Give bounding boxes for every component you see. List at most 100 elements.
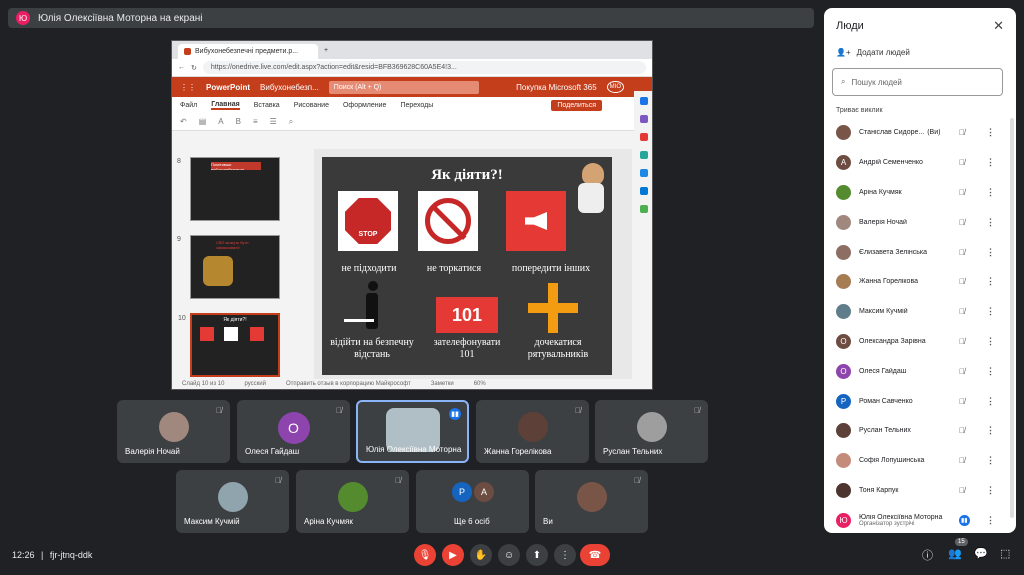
mic-toggle-button[interactable]: 🎙 xyxy=(414,544,436,566)
info-icon[interactable]: ⓘ xyxy=(922,547,933,563)
person-role: Організатор зустрічі xyxy=(859,520,915,527)
app-launcher-icon[interactable]: ⋮⋮ xyxy=(180,83,196,92)
thumb-slide-8[interactable]: 8 Помітивши вибухонебезпечні предмети: xyxy=(177,157,280,221)
menu-design[interactable]: Оформление xyxy=(343,102,386,109)
tools-icon[interactable] xyxy=(640,115,648,123)
align-icon[interactable]: ☰ xyxy=(270,117,277,126)
more-vert-icon[interactable]: ⋮ xyxy=(986,127,995,138)
menu-file[interactable]: Файл xyxy=(180,102,197,109)
person-row[interactable]: Жанна Горелікова 🎙̸ ⋮ xyxy=(824,267,1016,297)
close-icon[interactable]: ✕ xyxy=(993,18,1004,34)
person-row[interactable]: Максим Кучмій 🎙̸ ⋮ xyxy=(824,297,1016,327)
person-name-text: Руслан Тельних xyxy=(859,427,911,435)
add-icon[interactable] xyxy=(640,205,648,213)
person-row[interactable]: Аріна Кучмяк 🎙̸ ⋮ xyxy=(824,178,1016,208)
more-vert-icon[interactable]: ⋮ xyxy=(986,425,995,436)
more-vert-icon[interactable]: ⋮ xyxy=(986,366,995,377)
person-row[interactable]: Станіслав Сидоре... (Ви) 🎙̸ ⋮ xyxy=(824,118,1016,148)
person-avatar: Ю xyxy=(836,512,851,528)
raise-hand-button[interactable]: ✋ xyxy=(470,544,492,566)
bing-icon[interactable] xyxy=(640,97,648,105)
chat-icon[interactable]: 💬 xyxy=(974,547,988,560)
more-vert-icon[interactable]: ⋮ xyxy=(986,455,995,466)
person-row[interactable]: Ю Юлія Олексіївна Моторна Організатор зуст… xyxy=(824,505,1016,533)
zoom-level[interactable]: 60% xyxy=(474,381,486,387)
more-vert-icon[interactable]: ⋮ xyxy=(986,247,995,258)
more-vert-icon[interactable]: ⋮ xyxy=(986,276,995,287)
people-search-input[interactable]: ⌕ Пошук людей xyxy=(832,68,1003,96)
thumb-slide-9[interactable]: 9 СВП можуть бути замасковані! xyxy=(177,235,280,299)
label-warn-others: попередити інших xyxy=(511,263,591,274)
ppt-search-input[interactable]: Поиск (Alt + Q) xyxy=(328,80,479,94)
reactions-button[interactable]: ☺ xyxy=(498,544,520,566)
paste-icon[interactable]: ▤ xyxy=(199,117,207,126)
leave-call-button[interactable]: ☎ xyxy=(580,544,610,566)
more-vert-icon[interactable]: ⋮ xyxy=(986,217,995,228)
participant-tile[interactable]: 🎙̸ Максим Кучмій xyxy=(176,470,289,533)
person-row[interactable]: Тоня Карпук 🎙̸ ⋮ xyxy=(824,476,1016,506)
person-row[interactable]: Руслан Тельних 🎙̸ ⋮ xyxy=(824,416,1016,446)
participant-tile[interactable]: 🎙̸ Руслан Тельних xyxy=(595,400,708,463)
user-avatar[interactable]: MIO xyxy=(606,81,624,93)
camera-toggle-button[interactable]: ▶ xyxy=(442,544,464,566)
participant-tile[interactable]: 🎙̸ Валерія Ночай xyxy=(117,400,230,463)
undo-icon[interactable]: ↶ xyxy=(180,117,187,126)
participant-tile[interactable]: О 🎙̸ Олеся Гайдаш xyxy=(237,400,350,463)
more-vert-icon[interactable]: ⋮ xyxy=(986,336,995,347)
self-tile[interactable]: 🎙̸ Ви xyxy=(535,470,648,533)
shared-screen: Вибухонебезпечні предмети.p... + ← ↻ htt… xyxy=(171,40,653,390)
participant-tile[interactable]: 🎙̸ Аріна Кучмяк xyxy=(296,470,409,533)
mic-off-icon: 🎙̸ xyxy=(959,426,965,436)
reload-icon[interactable]: ↻ xyxy=(191,64,197,72)
shopping-icon[interactable] xyxy=(640,133,648,141)
thumb-slide-10[interactable]: 10 Як діяти?! xyxy=(178,313,280,377)
notes-button[interactable]: Заметки xyxy=(431,381,454,387)
participant-name: Олеся Гайдаш xyxy=(245,447,300,456)
share-button[interactable]: Поделиться xyxy=(551,99,602,111)
person-avatar xyxy=(836,482,851,498)
scrollbar[interactable] xyxy=(1010,118,1014,518)
menu-draw[interactable]: Рисование xyxy=(294,102,329,109)
feedback-link[interactable]: Отправить отзыв в корпорацию Майкрософт xyxy=(286,381,411,387)
address-bar[interactable]: https://onedrive.live.com/edit.aspx?acti… xyxy=(202,61,646,74)
activities-icon[interactable]: ⬚ xyxy=(1000,547,1010,560)
participant-name: Руслан Тельних xyxy=(603,447,663,456)
participant-photo xyxy=(217,482,248,512)
font-icon[interactable]: A xyxy=(218,117,223,126)
person-row[interactable]: Валерія Ночай 🎙̸ ⋮ xyxy=(824,207,1016,237)
more-participants-tile[interactable]: Р А Ще 6 осіб xyxy=(416,470,529,533)
present-button[interactable]: ⬆ xyxy=(526,544,548,566)
person-row[interactable]: А Андрій Семенченко 🎙̸ ⋮ xyxy=(824,148,1016,178)
list-icon[interactable]: ≡ xyxy=(253,117,258,126)
menu-insert[interactable]: Вставка xyxy=(254,102,280,109)
more-vert-icon[interactable]: ⋮ xyxy=(986,187,995,198)
person-row[interactable]: Софія Лопушинська 🎙̸ ⋮ xyxy=(824,446,1016,476)
find-icon[interactable]: ⌕ xyxy=(289,117,293,127)
current-slide[interactable]: Як діяти?! STOP не підходити не торкатис… xyxy=(322,157,612,375)
outlook-icon[interactable] xyxy=(640,187,648,195)
participant-tile-speaking[interactable]: ▮▮ Юлія Олексіївна Моторна xyxy=(356,400,469,463)
more-vert-icon[interactable]: ⋮ xyxy=(986,515,995,526)
add-people-button[interactable]: 👤+ Додати людей xyxy=(836,48,910,57)
person-row[interactable]: Р Роман Савченко 🎙̸ ⋮ xyxy=(824,386,1016,416)
office-icon[interactable] xyxy=(640,169,648,177)
more-vert-icon[interactable]: ⋮ xyxy=(986,306,995,317)
back-icon[interactable]: ← xyxy=(178,64,185,71)
participant-tile[interactable]: 🎙̸ Жанна Горелікова xyxy=(476,400,589,463)
promo-link[interactable]: Покупка Microsoft 365 xyxy=(516,83,597,92)
more-vert-icon[interactable]: ⋮ xyxy=(986,485,995,496)
new-tab-icon[interactable]: + xyxy=(324,47,328,54)
bold-icon[interactable]: B xyxy=(236,117,241,126)
menu-transitions[interactable]: Переходы xyxy=(400,102,433,109)
more-vert-icon[interactable]: ⋮ xyxy=(986,396,995,407)
person-row[interactable]: О Олександра Зарівна 🎙̸ ⋮ xyxy=(824,327,1016,357)
menu-home[interactable]: Главная xyxy=(211,101,240,110)
doc-name[interactable]: Вибухонебезп... xyxy=(260,83,319,92)
person-row[interactable]: О Олеся Гайдаш 🎙̸ ⋮ xyxy=(824,356,1016,386)
people-icon[interactable]: 👥 xyxy=(948,547,962,560)
more-options-button[interactable]: ⋮ xyxy=(554,544,576,566)
more-vert-icon[interactable]: ⋮ xyxy=(986,157,995,168)
browser-tab[interactable]: Вибухонебезпечні предмети.p... xyxy=(178,44,318,59)
games-icon[interactable] xyxy=(640,151,648,159)
person-row[interactable]: Єлизавета Зелінська 🎙̸ ⋮ xyxy=(824,237,1016,267)
